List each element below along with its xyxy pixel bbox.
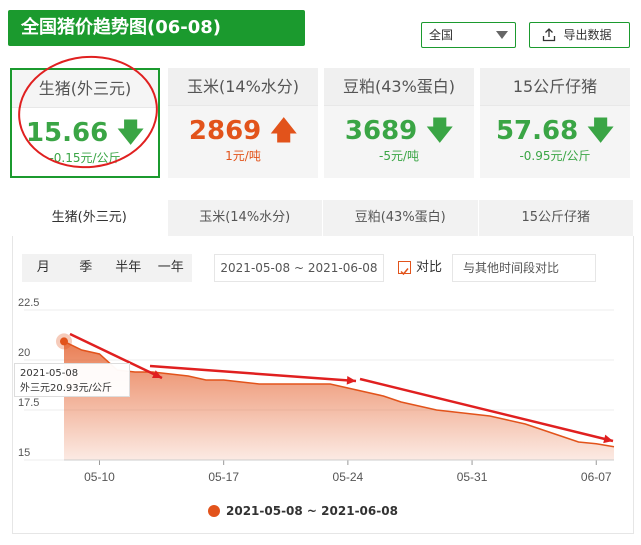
check-icon <box>400 268 409 276</box>
card-title: 玉米(14%水分) <box>168 68 318 106</box>
card-change: -5元/吨 <box>378 149 419 163</box>
card-title: 豆粕(43%蛋白) <box>324 68 474 106</box>
page-title: 全国猪价趋势图(06-08) <box>21 17 222 38</box>
y-tick-label: 15 <box>18 447 30 459</box>
date-range-picker[interactable]: 2021-05-08 ~ 2021-06-08 <box>214 254 384 282</box>
arrow-down-icon: 🡇 <box>587 116 615 146</box>
compare-period-input[interactable]: 与其他时间段对比 <box>452 254 596 282</box>
y-tick-label: 22.5 <box>18 297 39 309</box>
export-button-label: 导出数据 <box>563 28 612 42</box>
y-tick-label: 17.5 <box>18 397 39 409</box>
series-area <box>64 341 614 460</box>
tab-corn[interactable]: 玉米(14%水分) <box>167 200 323 236</box>
chart-tooltip: 2021-05-08 外三元20.93元/公斤 <box>14 363 130 397</box>
period-selector: 月 季 半年 一年 <box>22 254 192 282</box>
compare-label: 对比 <box>416 260 443 275</box>
card-value: 3689 🡇 <box>344 116 454 146</box>
arrow-up-icon: 🡅 <box>270 116 298 146</box>
legend-marker <box>208 505 220 517</box>
price-card-corn[interactable]: 玉米(14%水分) 2869 🡅 1元/吨 <box>168 68 318 178</box>
y-tick-label: 20 <box>18 347 30 359</box>
legend-label: 2021-05-08 ~ 2021-06-08 <box>226 504 398 518</box>
region-select-value: 全国 <box>429 28 454 42</box>
chart-tabs: 生猪(外三元) 玉米(14%水分) 豆粕(43%蛋白) 15公斤仔猪 <box>12 200 634 236</box>
arrow-down-icon: 🡇 <box>426 116 454 146</box>
tab-piglet[interactable]: 15公斤仔猪 <box>478 200 634 236</box>
x-tick-label: 05-10 <box>84 470 115 484</box>
price-card-piglet[interactable]: 15公斤仔猪 57.68 🡇 -0.95元/公斤 <box>480 68 630 178</box>
x-tick-label: 05-31 <box>457 470 488 484</box>
card-value: 2869 🡅 <box>188 116 298 146</box>
card-change: -0.95元/公斤 <box>519 149 591 163</box>
x-tick-label: 05-17 <box>208 470 239 484</box>
period-month[interactable]: 月 <box>22 254 65 282</box>
tooltip-value: 外三元20.93元/公斤 <box>20 383 112 394</box>
region-select[interactable]: 全国 <box>421 22 516 48</box>
price-card-soymeal[interactable]: 豆粕(43%蛋白) 3689 🡇 -5元/吨 <box>324 68 474 178</box>
highlight-point <box>60 337 68 346</box>
card-change: 1元/吨 <box>225 149 261 163</box>
export-button[interactable]: 导出数据 <box>529 22 630 48</box>
period-year[interactable]: 一年 <box>150 254 193 282</box>
tab-soymeal[interactable]: 豆粕(43%蛋白) <box>323 200 479 236</box>
chart-legend: 2021-05-08 ~ 2021-06-08 <box>208 503 398 519</box>
period-half-year[interactable]: 半年 <box>107 254 150 282</box>
chevron-down-icon <box>496 31 508 39</box>
card-value: 57.68 🡇 <box>495 116 615 146</box>
card-title: 15公斤仔猪 <box>480 68 630 106</box>
x-tick-label: 05-24 <box>333 470 364 484</box>
tab-hog[interactable]: 生猪(外三元) <box>12 200 168 236</box>
x-tick-label: 06-07 <box>581 470 612 484</box>
compare-checkbox[interactable] <box>398 261 411 276</box>
tooltip-date: 2021-05-08 <box>20 368 79 379</box>
upload-icon <box>542 28 556 42</box>
annotation-arrow-head <box>346 376 356 385</box>
period-quarter[interactable]: 季 <box>65 254 108 282</box>
